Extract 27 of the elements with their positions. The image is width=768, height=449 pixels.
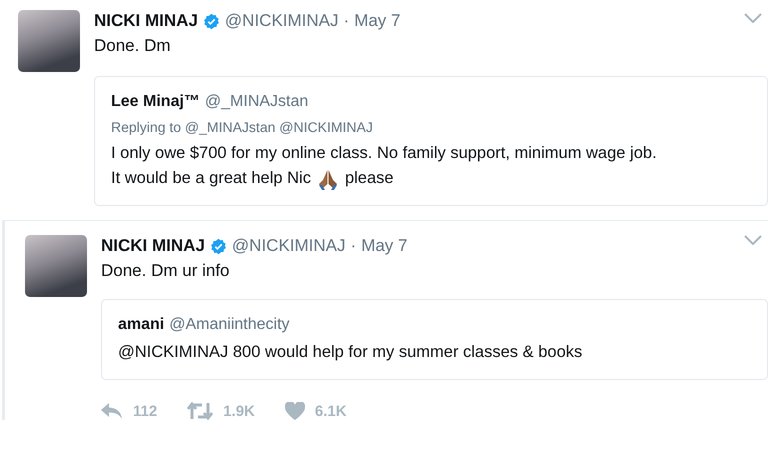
quoted-author-handle: @Amaniinthecity: [169, 315, 290, 335]
reply-arrow-icon: [101, 403, 123, 419]
quoted-tweet-card[interactable]: amani @Amaniinthecity @NICKIMINAJ 800 would help for my summer classes & books: [101, 299, 768, 380]
tweet-text: Done. Dm: [94, 35, 171, 57]
quoted-author-name: Lee Minaj™: [111, 92, 200, 112]
tweet-date[interactable]: May 7: [361, 235, 408, 257]
author-name[interactable]: NICKI MINAJ: [94, 10, 198, 32]
praying-hands-icon: [316, 168, 339, 190]
quoted-tweet-card[interactable]: Lee Minaj™ @_MINAJstan Replying to @_MINAJstan @NICKIMINAJ I only owe $700 for my online class. No family support, minimum wage job. It would be a great help Nic please: [94, 76, 768, 206]
separator-dot: ·: [344, 10, 350, 32]
quoted-author-handle: @_MINAJstan: [204, 92, 308, 112]
tweet-text: Done. Dm ur info: [101, 260, 230, 282]
avatar-photo-placeholder[interactable]: [25, 235, 87, 297]
retweet-arrows-icon: [187, 402, 214, 420]
quoted-author-name: amani: [118, 315, 164, 335]
replying-to-text: Replying to @_MINAJstan @NICKIMINAJ: [111, 118, 373, 137]
quoted-tweet-text: @NICKIMINAJ 800 would help for my summer classes & books: [118, 342, 584, 363]
tweet-date[interactable]: May 7: [354, 10, 400, 32]
quoted-tweet-text: I only owe $700 for my online class. No family support, minimum wage job.: [111, 143, 658, 164]
author-name[interactable]: NICKI MINAJ: [101, 235, 205, 257]
author-handle[interactable]: @NICKIMINAJ: [232, 235, 346, 257]
quoted-tweet-text: It would be a great help Nic: [111, 168, 311, 189]
avatar-photo-placeholder[interactable]: [18, 10, 80, 72]
heart-icon: [284, 402, 305, 420]
quoted-tweet-text: please: [344, 168, 394, 189]
author-handle[interactable]: @NICKIMINAJ: [224, 10, 339, 32]
separator-dot: ·: [350, 235, 356, 257]
